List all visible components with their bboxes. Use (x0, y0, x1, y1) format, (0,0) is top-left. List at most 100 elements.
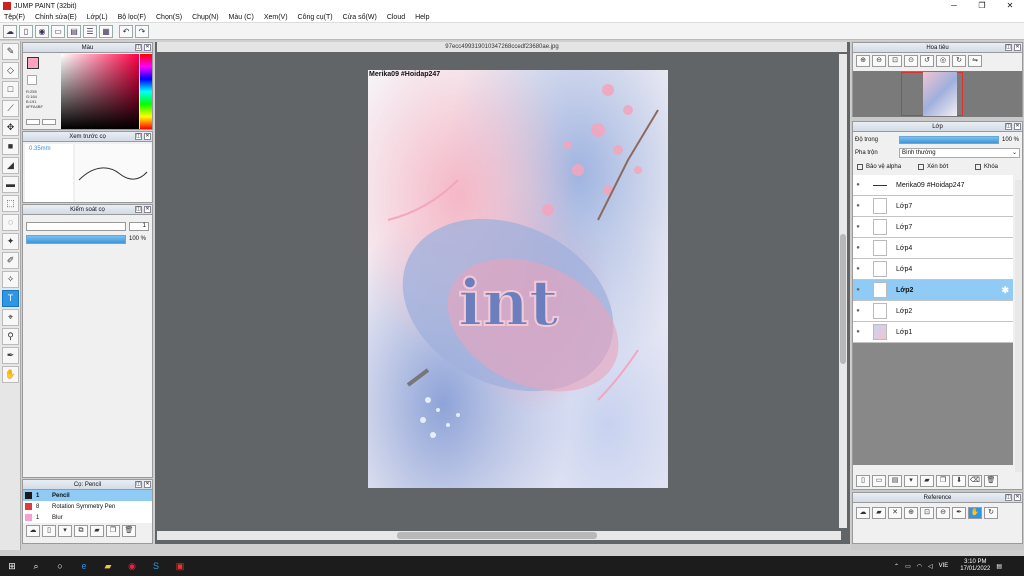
protect-alpha-checkbox[interactable] (857, 164, 863, 170)
horizontal-scrollbar[interactable] (157, 531, 841, 540)
menu-cloud[interactable]: Cloud (387, 14, 405, 21)
layer-opacity-slider[interactable] (899, 135, 999, 144)
hue-slider[interactable] (140, 54, 152, 129)
new-layer-icon[interactable]: ▯ (856, 475, 870, 487)
zoom-in-icon[interactable]: ⊕ (904, 507, 918, 519)
operation-tool-icon[interactable]: ⌖ (2, 309, 19, 326)
panel-float-icon[interactable]: ◫ (1005, 494, 1012, 501)
chrome-icon[interactable]: ◉ (121, 558, 143, 574)
layer-menu-icon[interactable]: ▾ (904, 475, 918, 487)
language-indicator[interactable]: VIE (939, 563, 949, 569)
panel-close-icon[interactable]: ✕ (1014, 494, 1021, 501)
menu-color[interactable]: Màu (C) (229, 14, 254, 21)
panel-close-icon[interactable]: ✕ (144, 481, 151, 488)
panel-close-icon[interactable]: ✕ (1014, 44, 1021, 51)
bucket-tool-icon[interactable]: ◢ (2, 157, 19, 174)
layer-row[interactable]: ● Lớp4 (853, 259, 1013, 280)
layer-row[interactable]: ● Merika09 #Hoidap247 (853, 175, 1013, 196)
duplicate-layer-icon[interactable]: ❐ (936, 475, 950, 487)
page-icon[interactable]: ▤ (67, 24, 81, 38)
cloud-download-icon[interactable]: ☁ (26, 525, 40, 537)
settings-gear-icon[interactable]: ✱ (1001, 285, 1009, 296)
new-halftone-layer-icon[interactable]: ▤ (888, 475, 902, 487)
background-swatch[interactable] (27, 75, 37, 85)
magic-wand-tool-icon[interactable]: ✦ (2, 233, 19, 250)
search-icon[interactable]: ⌕ (25, 558, 47, 574)
panel-float-icon[interactable]: ◫ (135, 206, 142, 213)
layer-row-selected[interactable]: ● Lớp2 ✱ (853, 280, 1013, 301)
redo-icon[interactable]: ↷ (135, 24, 149, 38)
brush-item-pencil[interactable]: 1 Pencil (23, 490, 152, 501)
brush-size-input[interactable]: 1 (129, 222, 149, 231)
flip-icon[interactable]: ⇋ (968, 55, 982, 67)
undo-icon[interactable]: ↶ (119, 24, 133, 38)
panel-close-icon[interactable]: ✕ (144, 133, 151, 140)
new-icon[interactable]: ▯ (19, 24, 33, 38)
lasso-tool-icon[interactable]: ◌ (2, 214, 19, 231)
layer-list-scrollbar[interactable] (1015, 180, 1022, 472)
menu-tools[interactable]: Công cụ(T) (298, 14, 333, 21)
hand-icon[interactable]: ✋ (968, 507, 982, 519)
layer-row[interactable]: ● Lớp1 (853, 322, 1013, 343)
cloud-icon[interactable]: ☁ (3, 24, 17, 38)
text-tool-icon[interactable]: T (2, 290, 19, 307)
layer-row[interactable]: ● Lớp7 (853, 217, 1013, 238)
brush-item-rotation-pen[interactable]: 8 Rotation Symmetry Pen (23, 501, 152, 512)
blend-mode-select[interactable]: Bình thường ⌄ (899, 148, 1020, 158)
panel-close-icon[interactable]: ✕ (1014, 123, 1021, 130)
battery-icon[interactable]: ▭ (905, 563, 911, 570)
layer-row[interactable]: ● Lớp4 (853, 238, 1013, 259)
menu-filter[interactable]: Bộ lọc(F) (118, 14, 146, 21)
list-icon[interactable]: ☰ (83, 24, 97, 38)
artwork-canvas[interactable]: Merika09 #Hoidap247 int (368, 70, 668, 488)
visibility-eye-icon[interactable]: ● (853, 245, 863, 251)
visibility-eye-icon[interactable]: ● (853, 224, 863, 230)
rectangle-tool-icon[interactable]: □ (2, 81, 19, 98)
actual-size-icon[interactable]: ⊙ (904, 55, 918, 67)
panel-close-icon[interactable]: ✕ (144, 206, 151, 213)
visibility-eye-icon[interactable]: ● (853, 203, 863, 209)
chat-icon[interactable]: ◉ (35, 24, 49, 38)
dropper-icon[interactable]: ✒ (952, 507, 966, 519)
saturation-value-picker[interactable] (61, 54, 139, 129)
delete-brush-icon[interactable]: 🗑 (122, 525, 136, 537)
select-rect-tool-icon[interactable]: ⬚ (2, 195, 19, 212)
skype-icon[interactable]: S (145, 558, 167, 574)
visibility-eye-icon[interactable]: ● (853, 182, 863, 188)
panel-close-icon[interactable]: ✕ (144, 44, 151, 51)
panel-float-icon[interactable]: ◫ (135, 133, 142, 140)
jump-paint-icon[interactable]: ▣ (169, 558, 191, 574)
zoom-out-icon[interactable]: ⊖ (872, 55, 886, 67)
zoom-in-icon[interactable]: ⊕ (856, 55, 870, 67)
windows-icon[interactable]: ⊞ (1, 558, 23, 574)
vertical-scrollbar[interactable] (839, 54, 847, 528)
menu-file[interactable]: Tệp(F) (4, 14, 25, 21)
visibility-eye-icon[interactable]: ● (853, 266, 863, 272)
new-raster-layer-icon[interactable]: ▭ (872, 475, 886, 487)
menu-help[interactable]: Help (415, 14, 429, 21)
rotate-left-icon[interactable]: ↺ (920, 55, 934, 67)
notification-icon[interactable]: ▤ (996, 563, 1002, 570)
file-explorer-icon[interactable]: ▰ (97, 558, 119, 574)
menu-layer[interactable]: Lớp(L) (87, 14, 108, 21)
new-brush-icon[interactable]: ▯ (42, 525, 56, 537)
close-reference-icon[interactable]: ✕ (888, 507, 902, 519)
visibility-eye-icon[interactable]: ● (853, 287, 863, 293)
gradient-tool-icon[interactable]: ▬ (2, 176, 19, 193)
grid-icon[interactable]: ▦ (99, 24, 113, 38)
color-mode-button[interactable] (26, 119, 40, 125)
select-eraser-tool-icon[interactable]: ✧ (2, 271, 19, 288)
tray-arrow-icon[interactable]: ⌃ (894, 563, 899, 570)
brush-menu-icon[interactable]: ▾ (58, 525, 72, 537)
clear-layer-icon[interactable]: ⌫ (968, 475, 982, 487)
cloud-icon[interactable]: ☁ (856, 507, 870, 519)
select-pen-tool-icon[interactable]: ✐ (2, 252, 19, 269)
pen-tool-icon[interactable]: ✎ (2, 43, 19, 60)
menu-capture[interactable]: Chụp(N) (192, 14, 218, 21)
document-tab[interactable]: 97ecc499319010347268ccedf23680ae.jpg (157, 42, 847, 52)
maximize-button[interactable]: ❐ (968, 0, 996, 12)
layer-row[interactable]: ● Lớp7 (853, 196, 1013, 217)
visibility-eye-icon[interactable]: ● (853, 308, 863, 314)
minimize-button[interactable]: ─ (940, 0, 968, 12)
brush-item-blur[interactable]: 1 Blur (23, 512, 152, 523)
